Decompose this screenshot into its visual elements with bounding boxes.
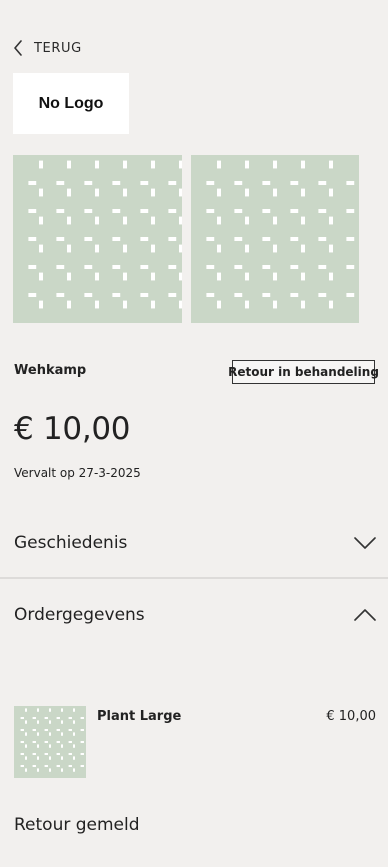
- return-status: Retour gemeld: [14, 815, 140, 835]
- chevron-down-icon: [354, 535, 376, 554]
- order-details-section-toggle[interactable]: Ordergegevens: [0, 601, 388, 631]
- chevron-left-icon: [13, 40, 23, 56]
- product-image-placeholder: [191, 155, 359, 323]
- history-section-title: Geschiedenis: [14, 533, 128, 553]
- merchant-logo: No Logo: [13, 73, 129, 134]
- chevron-up-icon: [354, 607, 376, 626]
- product-image-placeholder: [13, 155, 182, 323]
- section-divider: [0, 577, 388, 579]
- back-label: TERUG: [34, 40, 82, 56]
- due-date: Vervalt op 27-3-2025: [14, 466, 141, 480]
- back-button[interactable]: TERUG: [13, 39, 82, 57]
- product-price: € 10,00: [326, 709, 376, 724]
- status-badge: Retour in behandeling: [228, 360, 379, 384]
- history-section-toggle[interactable]: Geschiedenis: [0, 529, 388, 559]
- product-thumbnail: [14, 706, 86, 778]
- order-amount: € 10,00: [14, 411, 131, 447]
- order-line-item: Plant Large € 10,00: [0, 706, 388, 778]
- merchant-name: Wehkamp: [14, 363, 87, 378]
- order-details-section-title: Ordergegevens: [14, 605, 145, 625]
- logo-text: No Logo: [38, 94, 104, 112]
- product-name: Plant Large: [97, 709, 182, 724]
